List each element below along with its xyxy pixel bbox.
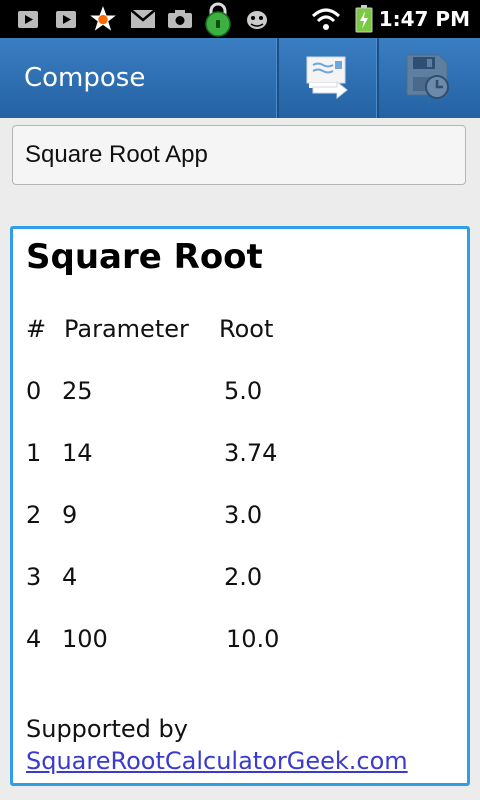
row-index: 3	[26, 563, 42, 591]
save-draft-icon	[403, 51, 453, 105]
row-root: 3.74	[224, 439, 278, 467]
row-index: 1	[26, 439, 42, 467]
send-icon	[303, 53, 353, 103]
send-button[interactable]	[279, 38, 377, 118]
row-parameter: 100	[62, 625, 108, 653]
content-title: Square Root	[26, 237, 263, 277]
row-root: 10.0	[226, 625, 280, 653]
battery-icon	[352, 0, 376, 38]
lock-icon	[200, 0, 236, 38]
action-bar-title: Compose	[24, 63, 146, 93]
status-time: 1:47 PM	[378, 7, 470, 31]
row-index: 2	[26, 501, 42, 529]
play-store-icon	[52, 0, 80, 38]
row-index: 4	[26, 625, 42, 653]
camera-icon	[166, 0, 194, 38]
action-bar: Compose	[0, 38, 480, 118]
row-index: 0	[26, 377, 42, 405]
table-header-parameter: Parameter	[64, 315, 189, 343]
status-bar: 1:47 PM	[0, 0, 480, 38]
save-draft-button[interactable]	[379, 38, 477, 118]
website-link[interactable]: SquareRootCalculatorGeek.com	[26, 747, 408, 775]
message-body[interactable]: Square Root # Parameter Root 0 25 5.0 1 …	[10, 226, 470, 786]
bug-icon	[242, 0, 272, 38]
row-root: 5.0	[224, 377, 263, 405]
row-parameter: 25	[62, 377, 93, 405]
supported-by-text: Supported by	[26, 715, 188, 743]
subject-field[interactable]	[12, 125, 466, 185]
row-root: 3.0	[224, 501, 263, 529]
row-parameter: 9	[62, 501, 78, 529]
row-root: 2.0	[224, 563, 263, 591]
row-parameter: 14	[62, 439, 93, 467]
table-header-root: Root	[219, 315, 274, 343]
gmail-icon	[128, 0, 158, 38]
wifi-icon	[310, 0, 342, 38]
play-store-icon	[14, 0, 42, 38]
row-parameter: 4	[62, 563, 78, 591]
star-notification-icon	[88, 0, 118, 38]
table-header-number: #	[26, 315, 47, 343]
